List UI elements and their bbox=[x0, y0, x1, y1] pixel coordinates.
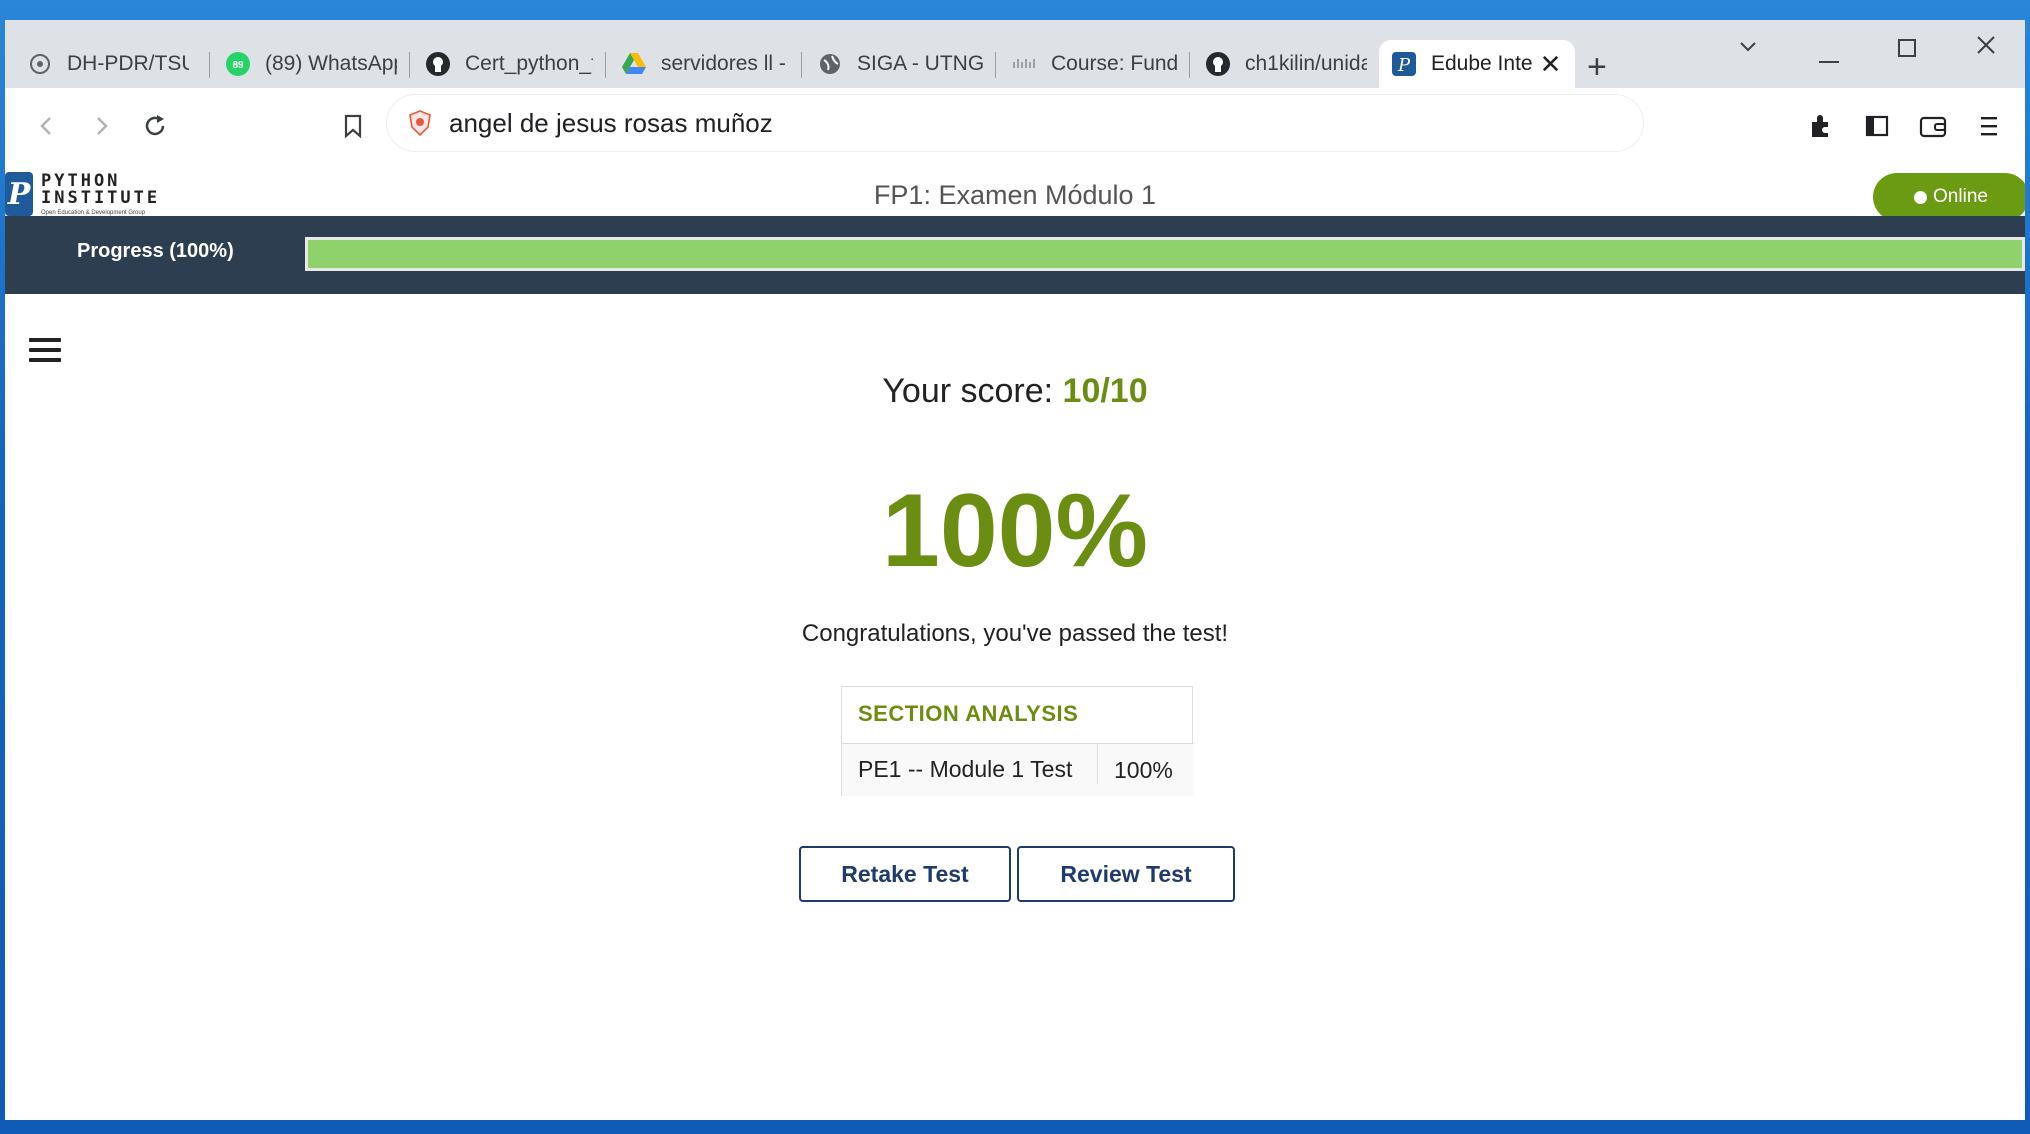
tab-strip: DH-PDR/TSU: ( 89 (89) WhatsApp Cert_pyth… bbox=[5, 20, 2025, 88]
tab-separator bbox=[409, 52, 410, 78]
new-tab-button[interactable]: + bbox=[1587, 48, 1607, 87]
address-text: angel de jesus rosas muñoz bbox=[449, 107, 773, 138]
tab-search-chevron-icon[interactable] bbox=[1737, 34, 1759, 65]
page-title: FP1: Examen Módulo 1 bbox=[873, 180, 1157, 210]
tab-edube[interactable]: P Edube Inte ✕ bbox=[1379, 40, 1575, 88]
section-analysis-table: SECTION ANALYSIS PE1 -- Module 1 Test 10… bbox=[841, 686, 1194, 796]
tab-title: servidores ll - ( bbox=[661, 52, 789, 75]
progress-section: Progress (100%) bbox=[5, 216, 2025, 294]
tab-servidores[interactable]: servidores ll - ( bbox=[609, 40, 801, 88]
address-bar[interactable]: angel de jesus rosas muñoz bbox=[387, 95, 1643, 151]
score-percent: 100% bbox=[882, 473, 1148, 589]
browser-toolbar: angel de jesus rosas muñoz bbox=[5, 88, 2025, 165]
menu-icon[interactable] bbox=[1969, 106, 2009, 146]
retake-test-button[interactable]: Retake Test bbox=[799, 846, 1011, 902]
back-icon[interactable] bbox=[27, 106, 67, 146]
review-test-button[interactable]: Review Test bbox=[1017, 846, 1235, 902]
online-status-badge[interactable]: Online bbox=[1873, 173, 2025, 221]
progress-track bbox=[305, 237, 2025, 271]
tab-separator bbox=[209, 52, 210, 78]
tab-separator bbox=[1189, 52, 1190, 78]
score-label: Your score: bbox=[882, 372, 1054, 410]
tab-separator bbox=[605, 52, 606, 78]
google-drive-icon bbox=[621, 51, 647, 77]
browser-window: DH-PDR/TSU: ( 89 (89) WhatsApp Cert_pyth… bbox=[5, 20, 2025, 1120]
reload-icon[interactable] bbox=[135, 106, 175, 146]
maximize-icon[interactable] bbox=[1897, 34, 1917, 65]
section-analysis-title: SECTION ANALYSIS bbox=[858, 701, 1079, 726]
github-icon bbox=[425, 51, 451, 77]
progress-label: Progress (100%) bbox=[77, 240, 234, 262]
score-line: Your score: 10/10 bbox=[5, 372, 2025, 411]
congratulations-message: Congratulations, you've passed the test! bbox=[801, 620, 1229, 647]
extensions-icon[interactable] bbox=[1801, 106, 1841, 146]
tab-title: SIGA - UTNG bbox=[857, 52, 983, 75]
tab-title: ch1kilin/unidad bbox=[1245, 52, 1367, 75]
brave-shield-icon[interactable] bbox=[407, 109, 433, 137]
tab-title: DH-PDR/TSU: ( bbox=[67, 52, 189, 75]
score-value: 10/10 bbox=[1062, 372, 1148, 410]
section-name: PE1 -- Module 1 Test bbox=[858, 756, 1073, 782]
online-status-label: Online bbox=[1933, 186, 1988, 207]
whatsapp-badge: 89 bbox=[232, 60, 244, 71]
tab-title: Cert_python_fu bbox=[465, 52, 593, 75]
forward-icon[interactable] bbox=[81, 106, 121, 146]
tab-course[interactable]: Course: Fundar bbox=[999, 40, 1189, 88]
tab-title: Course: Fundar bbox=[1051, 52, 1177, 75]
globe-icon bbox=[817, 51, 843, 77]
progress-fill bbox=[308, 240, 2022, 268]
whatsapp-icon: 89 bbox=[225, 51, 251, 77]
python-institute-icon: P bbox=[1391, 51, 1417, 77]
tab-dh-pdr[interactable]: DH-PDR/TSU: ( bbox=[15, 40, 201, 88]
tab-whatsapp[interactable]: 89 (89) WhatsApp bbox=[213, 40, 409, 88]
table-row: PE1 -- Module 1 Test 100% bbox=[842, 743, 1194, 796]
close-tab-icon[interactable]: ✕ bbox=[1538, 49, 1563, 80]
close-window-icon[interactable] bbox=[1975, 32, 1997, 63]
tab-separator bbox=[995, 52, 996, 78]
minimize-icon[interactable] bbox=[1819, 40, 1841, 71]
tab-siga[interactable]: SIGA - UTNG bbox=[805, 40, 995, 88]
tab-title: (89) WhatsApp bbox=[265, 52, 397, 75]
wallet-icon[interactable] bbox=[1913, 106, 1953, 146]
tab-ch1kilin[interactable]: ch1kilin/unidad bbox=[1193, 40, 1379, 88]
tab-separator bbox=[801, 52, 802, 78]
tab-cert-python[interactable]: Cert_python_fu bbox=[413, 40, 605, 88]
svg-text:P: P bbox=[1397, 55, 1411, 76]
hamburger-menu-icon[interactable] bbox=[29, 338, 61, 368]
cisco-icon bbox=[1011, 51, 1037, 77]
sidebar-icon[interactable] bbox=[1857, 106, 1897, 146]
section-score: 100% bbox=[1097, 744, 1173, 784]
bookmark-icon[interactable] bbox=[333, 106, 373, 146]
github-icon bbox=[1205, 51, 1231, 77]
online-dot-icon bbox=[1914, 190, 1928, 204]
tab-title: Edube Inte bbox=[1431, 52, 1533, 75]
gear-globe-icon bbox=[27, 51, 53, 77]
